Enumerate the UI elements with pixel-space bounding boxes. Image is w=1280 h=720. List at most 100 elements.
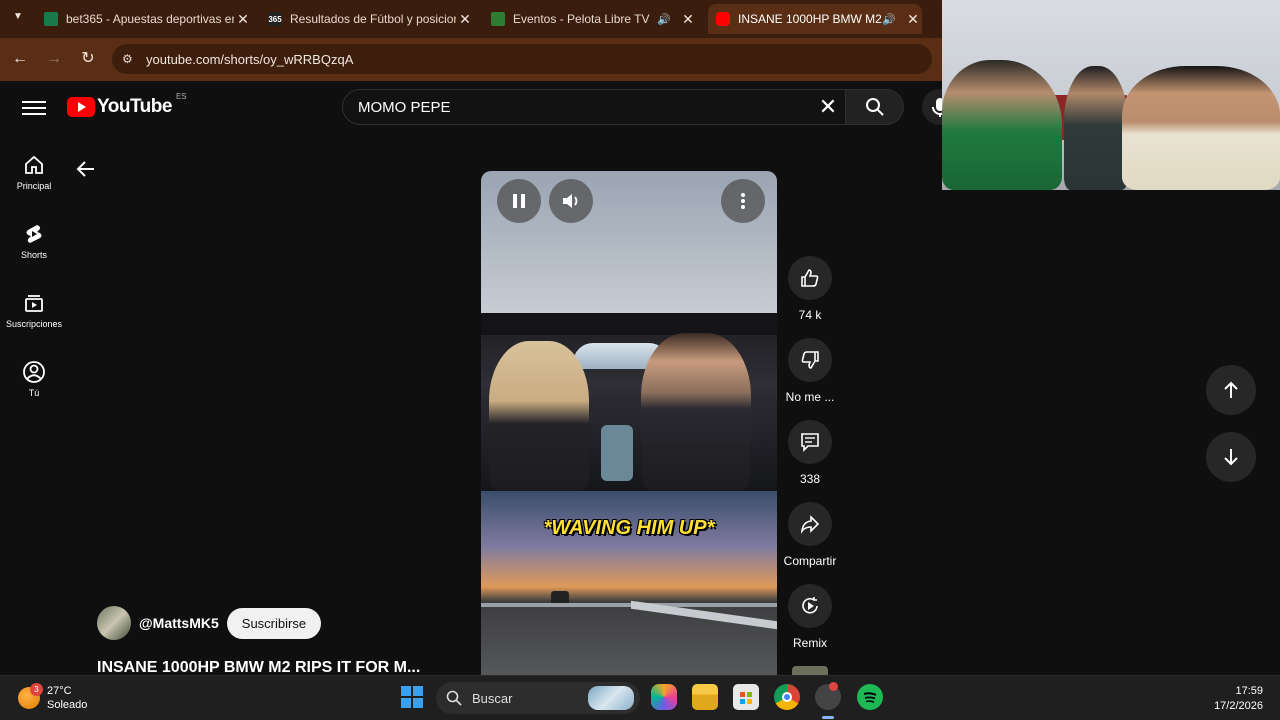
browser-tab-strip: ▼ bet365 - Apuestas deportivas en ✕ 365 … [0, 0, 942, 38]
volume-icon [563, 194, 578, 208]
comment-icon [801, 433, 819, 452]
more-options-button[interactable] [721, 179, 765, 223]
active-app-indicator [822, 716, 834, 719]
subscribe-button[interactable]: Suscribirse [226, 607, 322, 639]
tab-youtube-active[interactable]: INSANE 1000HP BMW M2 R 🔊 ✕ [708, 4, 922, 34]
tab-label: INSANE 1000HP BMW M2 R [738, 12, 882, 26]
like-action[interactable]: 74 k [780, 256, 840, 322]
clear-search-icon[interactable]: ✕ [811, 94, 845, 120]
audio-thumbnail[interactable] [792, 666, 828, 675]
tab-resultados[interactable]: 365 Resultados de Fútbol y posicion ✕ [262, 4, 474, 34]
windows-start-icon[interactable] [399, 684, 425, 710]
channel-avatar[interactable] [97, 606, 131, 640]
sidebar-item-tu[interactable]: Tú [0, 360, 68, 398]
arrow-down-icon [1224, 449, 1238, 466]
file-explorer-icon[interactable] [692, 684, 718, 710]
person-right [1122, 66, 1280, 190]
sidebar-label: Shorts [20, 250, 47, 260]
shorts-video-player[interactable]: *WAVING HIM UP* [481, 171, 777, 675]
comments-action[interactable]: 338 [780, 420, 840, 486]
copilot-icon[interactable] [651, 684, 677, 710]
more-vertical-icon [741, 193, 745, 209]
sidebar-item-suscripciones[interactable]: Suscripciones [0, 291, 68, 329]
video-frame-car-interior [481, 313, 777, 491]
search-button[interactable] [846, 89, 904, 125]
tab-label: bet365 - Apuestas deportivas en [66, 12, 234, 26]
person-left [942, 60, 1062, 190]
close-tab-icon[interactable]: ✕ [456, 11, 474, 28]
video-caption: *WAVING HIM UP* [543, 517, 715, 539]
thumbs-down-icon [801, 351, 819, 369]
volume-button[interactable] [549, 179, 593, 223]
youtube-favicon-icon [716, 12, 730, 26]
channel-info: @MattsMK5 Suscribirse [97, 606, 322, 640]
sidebar-item-principal[interactable]: Principal [0, 153, 68, 191]
sidebar-label: Suscripciones [5, 319, 63, 329]
thumbs-up-icon [801, 269, 819, 287]
windows-taskbar: 3 27°C Soleado Buscar 17:59 17/2/2026 [0, 675, 1280, 720]
dislike-action[interactable]: No me ... [780, 338, 840, 404]
dislike-label: No me ... [785, 390, 835, 404]
home-icon [25, 155, 43, 174]
url-text: youtube.com/shorts/oy_wRRBQzqA [146, 51, 354, 67]
tab-bet365[interactable]: bet365 - Apuestas deportivas en ✕ [38, 4, 252, 34]
search-highlight-image [588, 686, 634, 710]
search-value: MOMO PEPE [358, 98, 451, 116]
hamburger-menu-icon[interactable] [22, 97, 46, 117]
forward-icon[interactable]: → [42, 48, 66, 72]
share-icon [800, 515, 820, 534]
close-tab-icon[interactable]: ✕ [679, 11, 697, 28]
pelota-libre-favicon-icon [491, 12, 505, 26]
tab-search-dropdown-icon[interactable]: ▼ [10, 11, 26, 27]
you-icon [23, 361, 45, 383]
weather-widget[interactable]: 3 27°C Soleado [18, 683, 87, 712]
back-arrow-icon[interactable] [74, 157, 98, 181]
tab-pelota-libre[interactable]: Eventos - Pelota Libre TV 🔊 ✕ [485, 4, 697, 34]
next-short-button[interactable] [1206, 432, 1256, 482]
chrome-icon[interactable] [774, 684, 800, 710]
site-info-icon[interactable]: ⚙ [122, 52, 136, 66]
pause-icon [513, 194, 525, 208]
system-clock[interactable]: 17:59 17/2/2026 [1195, 684, 1263, 714]
speaker-icon[interactable]: 🔊 [657, 13, 673, 26]
youtube-play-icon [67, 97, 95, 117]
sun-icon: 3 [18, 683, 43, 709]
speaker-icon[interactable]: 🔊 [882, 13, 898, 26]
sidebar-item-shorts[interactable]: Shorts [0, 222, 68, 260]
microsoft-store-icon[interactable] [733, 684, 759, 710]
close-tab-icon[interactable]: ✕ [904, 11, 922, 28]
weather-temperature: 27°C [47, 685, 72, 697]
pause-button[interactable] [497, 179, 541, 223]
search-label: Buscar [472, 690, 513, 706]
driver-figure [641, 333, 751, 491]
share-action[interactable]: Compartir [780, 502, 840, 568]
webcam-overlay [942, 0, 1280, 190]
notification-badge: 3 [30, 683, 43, 696]
spotify-icon[interactable] [857, 684, 883, 710]
clock-date: 17/2/2026 [1214, 700, 1263, 712]
youtube-logo[interactable]: YouTube ES [67, 92, 187, 118]
channel-handle[interactable]: @MattsMK5 [139, 615, 219, 631]
logo-text: YouTube [97, 96, 172, 117]
share-label: Compartir [783, 554, 837, 568]
previous-short-button[interactable] [1206, 365, 1256, 415]
shorts-icon [26, 225, 42, 243]
like-count: 74 k [798, 308, 822, 322]
address-bar[interactable]: ⚙ youtube.com/shorts/oy_wRRBQzqA [112, 44, 932, 74]
reload-icon[interactable]: ↻ [76, 48, 100, 72]
sidebar-label: Principal [16, 181, 52, 191]
remix-action[interactable]: Remix [780, 584, 840, 650]
region-code: ES [175, 92, 187, 101]
bet365-favicon-icon [44, 12, 58, 26]
chrome-active-icon[interactable] [815, 682, 841, 710]
tab-label: Resultados de Fútbol y posicion [290, 12, 456, 26]
comments-count: 338 [799, 472, 821, 486]
back-icon[interactable]: ← [8, 48, 32, 72]
subscriptions-icon [25, 295, 43, 312]
close-tab-icon[interactable]: ✕ [234, 11, 252, 28]
passenger-figure [489, 341, 589, 491]
tab-label: Eventos - Pelota Libre TV [513, 12, 650, 26]
search-input[interactable]: MOMO PEPE ✕ [342, 89, 846, 125]
browser-toolbar: ← → ↻ ⚙ youtube.com/shorts/oy_wRRBQzqA [0, 38, 942, 81]
taskbar-search[interactable]: Buscar [436, 682, 640, 714]
